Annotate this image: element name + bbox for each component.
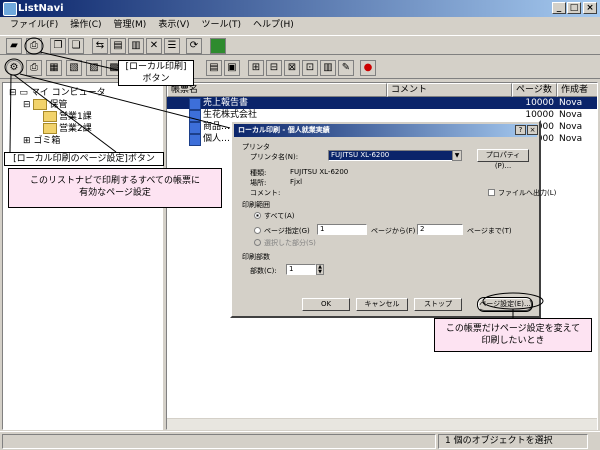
callout-all-reports: このリストナビで印刷するすべての帳票に 有効なページ設定: [8, 168, 222, 208]
callout-page-setup-button: [ローカル印刷のページ設定]ボタン: [4, 152, 164, 166]
callout-lines: [4, 37, 544, 322]
callout-local-print: [ローカル印刷] ボタン: [118, 60, 194, 86]
callout-this-report: この帳票だけページ設定を変えて 印刷したいとき: [434, 318, 592, 352]
